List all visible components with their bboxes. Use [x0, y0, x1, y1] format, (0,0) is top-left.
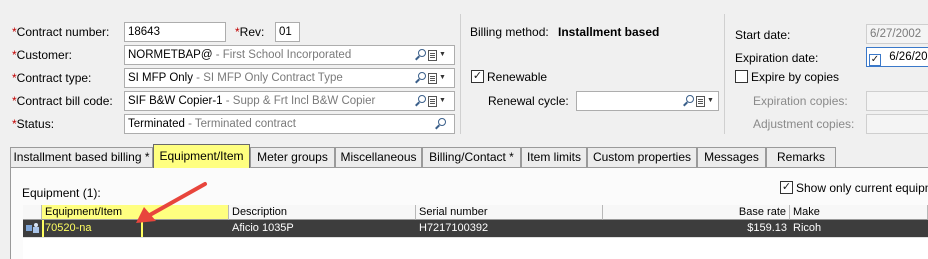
status-label: *Status:	[12, 117, 55, 131]
start-date-label: Start date:	[735, 28, 791, 42]
expiration-date-checkbox[interactable]: ✓	[869, 54, 881, 66]
expire-by-copies-checkbox[interactable]	[735, 70, 748, 83]
document-menu-icon[interactable]	[428, 72, 437, 84]
document-menu-icon[interactable]	[696, 95, 705, 107]
expiration-date-label: Expiration date:	[735, 51, 819, 65]
cell-base-rate[interactable]: $159.13	[603, 220, 790, 237]
section-divider	[724, 14, 725, 134]
contract-bill-code-field[interactable]: SIF B&W Copier-1 - Supp & Frt Incl B&W C…	[124, 91, 455, 111]
expiration-copies-label: Expiration copies:	[753, 94, 848, 108]
adjustment-copies-field[interactable]	[866, 114, 928, 134]
expire-by-copies-label: Expire by copies	[751, 70, 840, 84]
column-header-description[interactable]: Description	[229, 205, 416, 220]
renewable-label: Renewable	[487, 70, 548, 84]
tab-equipment-item[interactable]: Equipment/Item	[153, 144, 250, 168]
lookup-magnifier-icon[interactable]	[415, 49, 426, 61]
customer-field[interactable]: NORMETBAP@ - First School Incorporated ▼	[124, 45, 455, 65]
adjustment-copies-label: Adjustment copies:	[753, 117, 855, 131]
tab-messages[interactable]: Messages	[697, 147, 766, 167]
dropdown-arrow-icon[interactable]: ▼	[439, 50, 446, 60]
tab-item-limits[interactable]: Item limits	[521, 147, 587, 167]
renewable-checkbox[interactable]: ✓	[471, 70, 484, 83]
dropdown-arrow-icon[interactable]: ▼	[707, 96, 714, 106]
column-header-make[interactable]: Make	[790, 205, 928, 220]
status-field[interactable]: Terminated - Terminated contract	[124, 114, 455, 134]
equipment-count-label: Equipment (1):	[22, 186, 101, 200]
start-date-field[interactable]: 6/27/2002	[866, 24, 928, 44]
contract-number-field[interactable]: 18643	[124, 22, 226, 42]
expiration-date-field[interactable]: ✓ 6/26/20	[866, 47, 928, 67]
tab-billing-contact[interactable]: Billing/Contact *	[422, 147, 521, 167]
expiration-copies-field[interactable]	[866, 91, 928, 111]
document-menu-icon[interactable]	[428, 49, 437, 61]
renewal-cycle-field[interactable]: ▼	[576, 91, 719, 111]
tab-remarks[interactable]: Remarks	[766, 147, 836, 167]
tab-meter-groups[interactable]: Meter groups	[250, 147, 335, 167]
dropdown-arrow-icon[interactable]: ▼	[439, 73, 446, 83]
billing-method-label: Billing method:	[470, 25, 549, 39]
lookup-magnifier-icon[interactable]	[435, 118, 446, 130]
renewal-cycle-label: Renewal cycle:	[488, 94, 569, 108]
cell-make[interactable]: Ricoh	[790, 220, 928, 237]
customer-label: *Customer:	[12, 48, 73, 62]
show-current-equipment-checkbox[interactable]: ✓	[780, 181, 793, 194]
contract-type-field[interactable]: SI MFP Only - SI MFP Only Contract Type …	[124, 68, 455, 88]
lookup-magnifier-icon[interactable]	[415, 72, 426, 84]
tab-installment-billing[interactable]: Installment based billing *	[10, 147, 153, 167]
annotation-arrow-icon	[136, 182, 207, 223]
tab-miscellaneous[interactable]: Miscellaneous	[335, 147, 422, 167]
row-selector-header	[23, 205, 42, 220]
contract-number-label: *Contract number:	[12, 25, 110, 39]
lookup-magnifier-icon[interactable]	[683, 95, 694, 107]
rev-label: *Rev:	[235, 25, 265, 39]
column-header-serial-number[interactable]: Serial number	[416, 205, 603, 220]
dropdown-arrow-icon[interactable]: ▼	[439, 96, 446, 106]
contract-type-label: *Contract type:	[12, 71, 92, 85]
equipment-row-icon	[25, 222, 41, 235]
document-menu-icon[interactable]	[428, 95, 437, 107]
grid-empty-area	[23, 237, 928, 259]
show-current-equipment-label: Show only current equipmen	[796, 181, 928, 195]
section-divider	[460, 14, 461, 134]
lookup-magnifier-icon[interactable]	[415, 95, 426, 107]
cell-serial-number[interactable]: H7217100392	[416, 220, 603, 237]
column-header-base-rate[interactable]: Base rate	[603, 205, 790, 220]
rev-field[interactable]: 01	[275, 22, 300, 42]
cell-description[interactable]: Aficio 1035P	[229, 220, 416, 237]
tab-custom-properties[interactable]: Custom properties	[587, 147, 697, 167]
billing-method-value: Installment based	[558, 25, 660, 39]
contract-bill-code-label: *Contract bill code:	[12, 94, 113, 108]
